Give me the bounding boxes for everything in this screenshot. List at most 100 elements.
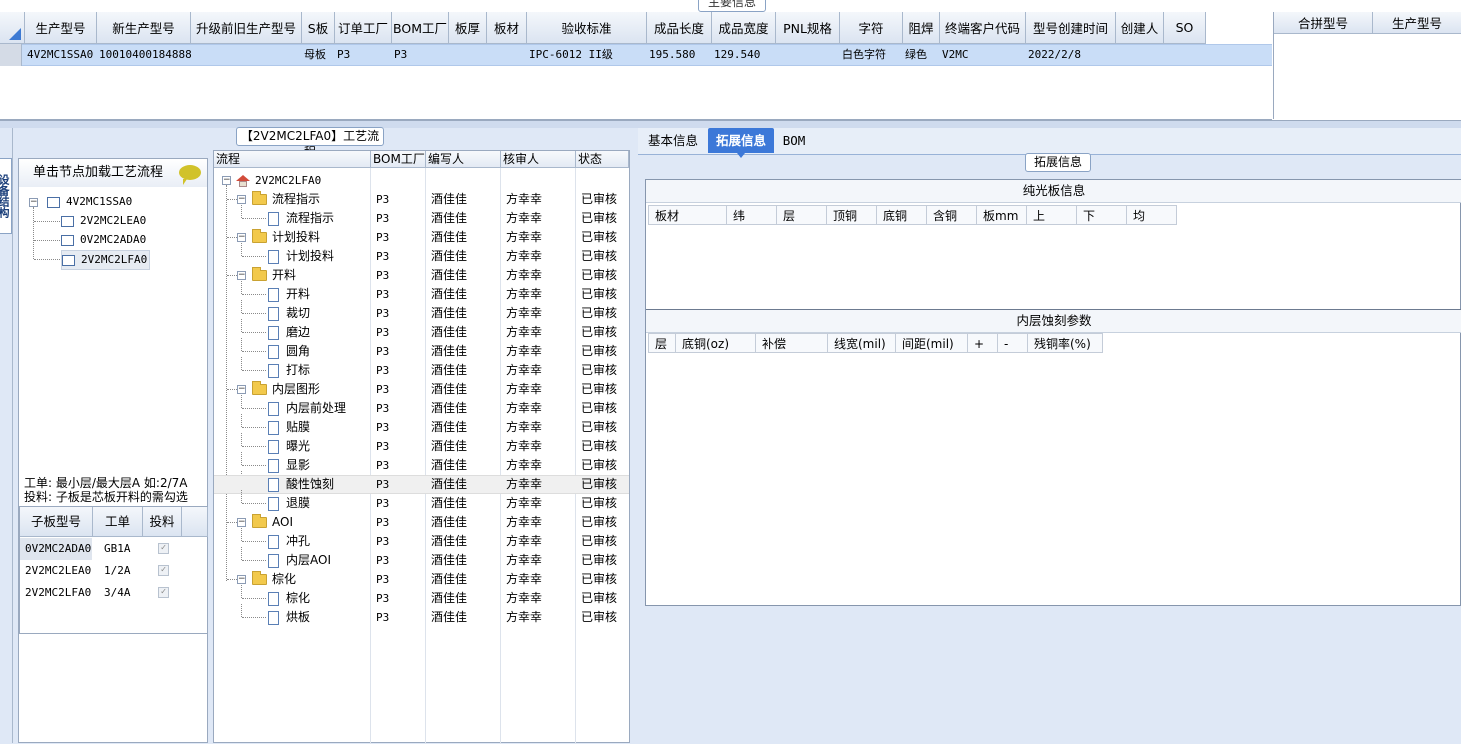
grid-cell[interactable]: 2022/2/8 (1026, 44, 1116, 66)
main-info-tab[interactable]: 主要信息 (698, 0, 766, 12)
tab-extended-info[interactable]: 拓展信息 (708, 128, 774, 158)
column-header[interactable]: 板mm (977, 205, 1027, 225)
flow-group-row[interactable]: − 流程指示 P3 酒佳佳 方幸幸 已审核 (214, 190, 629, 209)
column-header[interactable]: 板材 (648, 205, 727, 225)
column-header[interactable]: 线宽(mil) (828, 333, 896, 353)
flow-group-row[interactable]: − 开料 P3 酒佳佳 方幸幸 已审核 (214, 266, 629, 285)
column-header[interactable]: 均 (1127, 205, 1177, 225)
collapse-icon[interactable]: − (237, 575, 246, 584)
vertical-tab[interactable]: 设备结构 (0, 158, 12, 234)
column-header[interactable]: SO (1164, 12, 1206, 44)
bom-factory-column-header[interactable]: BOM工厂 (371, 151, 426, 168)
collapse-icon[interactable]: − (237, 385, 246, 394)
flow-group-row[interactable]: − 计划投料 P3 酒佳佳 方幸幸 已审核 (214, 228, 629, 247)
column-header[interactable]: 含铜 (927, 205, 977, 225)
flow-step-row[interactable]: 显影 P3 酒佳佳 方幸幸 已审核 (214, 456, 629, 475)
tree-node[interactable]: 2V2MC2LEA0 (61, 212, 146, 230)
order-header[interactable]: 工单 (93, 507, 143, 537)
column-header[interactable]: 层 (648, 333, 676, 353)
column-header[interactable]: 间距(mil) (896, 333, 968, 353)
sub-board-row[interactable]: 0V2MC2ADA0 GB1A ✓ (20, 538, 208, 560)
tree-node[interactable]: 0V2MC2ADA0 (61, 231, 146, 249)
collapse-icon[interactable]: − (237, 271, 246, 280)
grid-cell[interactable]: 195.580 (647, 44, 712, 66)
grid-cell[interactable]: V2MC (940, 44, 1026, 66)
flow-step-row[interactable]: 内层前处理 P3 酒佳佳 方幸幸 已审核 (214, 399, 629, 418)
flow-step-row[interactable]: 计划投料 P3 酒佳佳 方幸幸 已审核 (214, 247, 629, 266)
flow-step-row[interactable]: 冲孔 P3 酒佳佳 方幸幸 已审核 (214, 532, 629, 551)
flow-step-row[interactable]: 裁切 P3 酒佳佳 方幸幸 已审核 (214, 304, 629, 323)
sub-board-row[interactable]: 2V2MC2LEA0 1/2A ✓ (20, 560, 208, 582)
feed-checkbox[interactable]: ✓ (158, 543, 169, 554)
flow-step-row[interactable]: 磨边 P3 酒佳佳 方幸幸 已审核 (214, 323, 629, 342)
grid-cell[interactable] (449, 44, 487, 66)
grid-cell[interactable]: 白色字符 (840, 44, 903, 66)
grid-cell[interactable] (776, 44, 840, 66)
column-header[interactable]: 板材 (487, 12, 527, 44)
column-header[interactable]: 验收标准 (527, 12, 647, 44)
tab-basic-info[interactable]: 基本信息 (642, 128, 704, 153)
grid-cell[interactable]: P3 (392, 44, 449, 66)
tab-bom[interactable]: BOM (778, 128, 810, 153)
column-header[interactable]: PNL规格 (776, 12, 840, 44)
flow-step-row[interactable]: 退膜 P3 酒佳佳 方幸幸 已审核 (214, 494, 629, 513)
column-header[interactable]: 升级前旧生产型号 (191, 12, 302, 44)
column-header[interactable]: 下 (1077, 205, 1127, 225)
column-header[interactable]: 型号创建时间 (1026, 12, 1116, 44)
column-header[interactable]: S板 (302, 12, 335, 44)
grid-cell[interactable] (1164, 44, 1206, 66)
collapse-icon[interactable]: − (237, 195, 246, 204)
flow-step-row[interactable]: 开料 P3 酒佳佳 方幸幸 已审核 (214, 285, 629, 304)
flow-step-row[interactable]: 贴膜 P3 酒佳佳 方幸幸 已审核 (214, 418, 629, 437)
grid-corner[interactable] (0, 12, 25, 44)
column-header[interactable]: 补偿 (756, 333, 828, 353)
flow-root-row[interactable]: − 2V2MC2LFA0 (214, 171, 629, 190)
column-header[interactable]: 订单工厂 (335, 12, 392, 44)
flow-step-row[interactable]: 圆角 P3 酒佳佳 方幸幸 已审核 (214, 342, 629, 361)
flow-step-row[interactable]: 酸性蚀刻 P3 酒佳佳 方幸幸 已审核 (214, 475, 629, 494)
column-header[interactable]: 残铜率(%) (1028, 333, 1103, 353)
tree-node[interactable]: 2V2MC2LFA0 (61, 250, 151, 270)
column-header[interactable]: 新生产型号 (97, 12, 191, 44)
grid-cell[interactable]: 4V2MC1SSA0 (25, 44, 97, 66)
writer-column-header[interactable]: 编写人 (426, 151, 501, 168)
column-header[interactable]: 创建人 (1116, 12, 1164, 44)
column-header[interactable]: 纬 (727, 205, 777, 225)
flow-step-row[interactable]: 流程指示 P3 酒佳佳 方幸幸 已审核 (214, 209, 629, 228)
production-model-header[interactable]: 生产型号 (1373, 12, 1461, 34)
grid-cell[interactable]: 129.540 (712, 44, 776, 66)
flow-step-row[interactable]: 打标 P3 酒佳佳 方幸幸 已审核 (214, 361, 629, 380)
column-header[interactable]: BOM工厂 (392, 12, 449, 44)
flow-step-row[interactable]: 烘板 P3 酒佳佳 方幸幸 已审核 (214, 608, 629, 627)
column-header[interactable]: 成品长度 (647, 12, 712, 44)
collapse-icon[interactable]: − (237, 518, 246, 527)
column-header[interactable]: 底铜 (877, 205, 927, 225)
row-header[interactable] (0, 44, 22, 66)
column-header[interactable]: - (998, 333, 1028, 353)
column-header[interactable]: 底铜(oz) (676, 333, 756, 353)
feed-header[interactable]: 投料 (143, 507, 182, 537)
middle-splitter[interactable] (630, 128, 638, 743)
collapse-icon[interactable]: − (237, 233, 246, 242)
column-header[interactable]: 顶铜 (827, 205, 877, 225)
flow-step-row[interactable]: 棕化 P3 酒佳佳 方幸幸 已审核 (214, 589, 629, 608)
flow-step-row[interactable]: 内层AOI P3 酒佳佳 方幸幸 已审核 (214, 551, 629, 570)
column-header[interactable]: 字符 (840, 12, 903, 44)
column-header[interactable]: 终端客户代码 (940, 12, 1026, 44)
column-header[interactable]: 成品宽度 (712, 12, 776, 44)
speech-bubble-icon[interactable] (179, 165, 201, 185)
grid-cell[interactable] (1116, 44, 1164, 66)
grid-cell[interactable]: 绿色 (903, 44, 940, 66)
column-header[interactable]: 板厚 (449, 12, 487, 44)
grid-cell[interactable]: 10010400184888 (97, 44, 191, 66)
grid-cell[interactable] (487, 44, 527, 66)
flow-group-row[interactable]: − 内层图形 P3 酒佳佳 方幸幸 已审核 (214, 380, 629, 399)
merge-model-header[interactable]: 合拼型号 (1274, 12, 1373, 34)
column-header[interactable]: + (968, 333, 998, 353)
column-header[interactable]: 上 (1027, 205, 1077, 225)
sub-model-header[interactable]: 子板型号 (20, 507, 93, 537)
status-column-header[interactable]: 状态 (576, 151, 629, 168)
feed-checkbox[interactable]: ✓ (158, 587, 169, 598)
flow-group-row[interactable]: − AOI P3 酒佳佳 方幸幸 已审核 (214, 513, 629, 532)
column-header[interactable]: 阻焊 (903, 12, 940, 44)
